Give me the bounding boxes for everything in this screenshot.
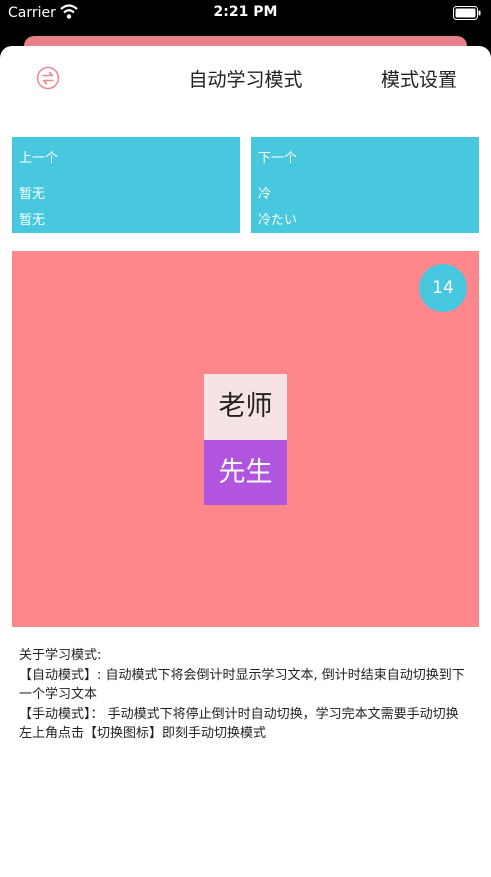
previous-card-label: 上一个 bbox=[19, 151, 59, 166]
word-answer: 先生 bbox=[204, 440, 287, 505]
next-card-label: 下一个 bbox=[258, 151, 298, 166]
previous-card-line1: 暂无 bbox=[19, 187, 46, 202]
battery-icon bbox=[453, 6, 481, 20]
info-line: 【手动模式】： 手动模式下将停止倒计时自动切换，学习完本文需要手动切换 bbox=[19, 706, 459, 722]
previous-card[interactable]: 上一个 暂无 暂无 bbox=[12, 137, 240, 233]
word-prompt: 老师 bbox=[204, 374, 287, 440]
info-line: 左上角点击【切换图标】即刻手动切换模式 bbox=[19, 726, 267, 741]
clock: 2:21 PM bbox=[213, 4, 278, 20]
mode-settings-button[interactable]: 模式设置 bbox=[381, 65, 457, 92]
info-line: 关于学习模式: bbox=[19, 648, 102, 663]
previous-card-line2: 暂无 bbox=[19, 213, 46, 228]
navigation-bar: 自动学习模式 模式设置 bbox=[0, 46, 491, 110]
mode-info: 关于学习模式: 【自动模式】: 自动模式下将会倒计时显示学习文本, 倒计时结束自… bbox=[19, 646, 474, 744]
next-card-line2: 冷たい bbox=[258, 213, 298, 228]
countdown-badge: 14 bbox=[419, 264, 467, 312]
next-card-line1: 冷 bbox=[258, 187, 272, 202]
study-area: 14 老师 先生 bbox=[12, 251, 479, 627]
status-bar: Carrier 2:21 PM bbox=[0, 0, 491, 28]
info-line: 【自动模式】: 自动模式下将会倒计时显示学习文本, 倒计时结束自动切换到下一个学… bbox=[19, 667, 465, 703]
modal-sheet: 自动学习模式 模式设置 上一个 暂无 暂无 下一个 冷 冷たい 14 老师 先生… bbox=[0, 46, 491, 877]
next-card[interactable]: 下一个 冷 冷たい bbox=[251, 137, 479, 233]
